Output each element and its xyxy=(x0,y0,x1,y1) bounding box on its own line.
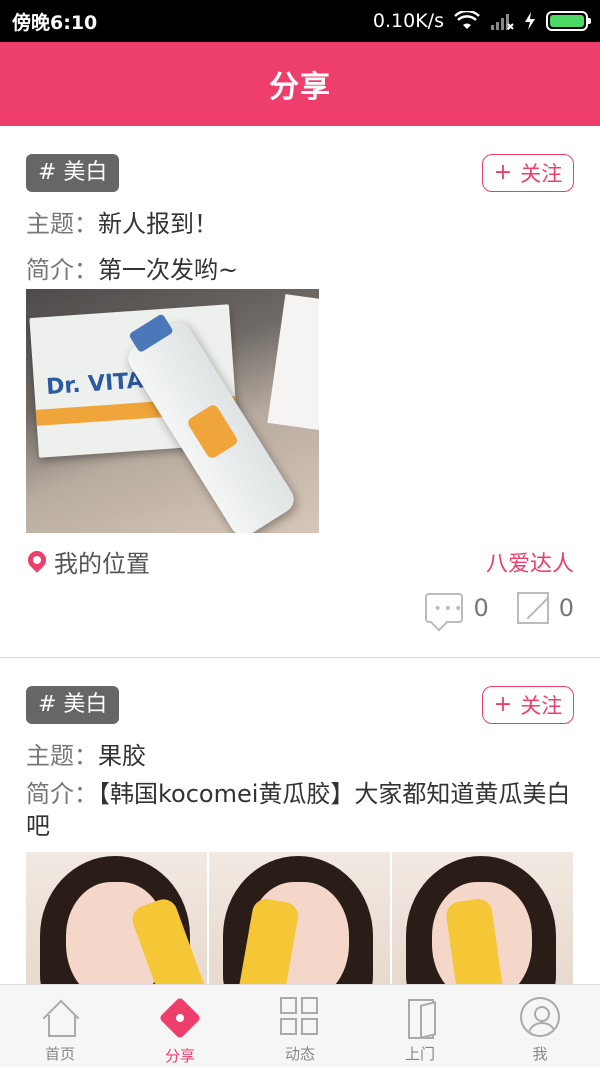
nav-item-visit[interactable]: 上门 xyxy=(360,985,480,1067)
charging-icon xyxy=(525,12,535,30)
nav-item-share[interactable]: 分享 xyxy=(120,985,240,1067)
share-arrow-icon xyxy=(516,592,549,624)
page-title: 分享 xyxy=(269,70,331,105)
topic-value: 果胶 xyxy=(98,742,146,770)
location-pin-icon xyxy=(26,551,48,573)
nav-label: 我 xyxy=(532,1045,548,1063)
post-tag[interactable]: # 美白 xyxy=(26,154,120,192)
nav-item-feed[interactable]: 动态 xyxy=(240,985,360,1067)
nav-label: 上门 xyxy=(404,1045,435,1063)
profile-icon xyxy=(520,997,560,1037)
location-label: 我的位置 xyxy=(54,550,150,578)
post-photo[interactable] xyxy=(392,852,573,984)
status-bar: 傍晚6:10 0.10K/s xyxy=(0,0,600,42)
home-icon xyxy=(40,997,80,1037)
status-time: 傍晚6:10 xyxy=(12,11,98,34)
battery-icon xyxy=(546,11,591,31)
post-topic: 主题：新人报到！ xyxy=(26,204,218,239)
post-location[interactable]: 我的位置 xyxy=(26,544,150,579)
post-intro: 简介：【韩国kocomei黄瓜胶】大家都知道黄瓜美白吧 xyxy=(26,778,574,842)
intro-value: 【韩国kocomei黄瓜胶】大家都知道黄瓜美白吧 xyxy=(26,780,571,840)
post-photo[interactable]: Dr. VITA xyxy=(26,289,319,533)
post-photo-row xyxy=(26,852,573,984)
topic-key: 主题： xyxy=(26,742,98,770)
nav-label: 首页 xyxy=(44,1045,75,1063)
post-topic: 主题：果胶 xyxy=(26,736,146,771)
intro-value: 第一次发哟~ xyxy=(98,256,239,284)
intro-key: 简介： xyxy=(26,780,98,808)
post-intro: 简介：第一次发哟~ xyxy=(26,250,238,285)
topic-key: 主题： xyxy=(26,210,98,238)
post-photo[interactable] xyxy=(209,852,390,984)
signal-icon xyxy=(491,14,514,30)
grid-icon xyxy=(280,997,320,1037)
follow-button[interactable]: + 关注 xyxy=(482,686,574,724)
share-action[interactable]: 0 xyxy=(516,592,574,624)
wifi-icon xyxy=(454,11,480,29)
comment-icon: ••• xyxy=(425,593,464,623)
follow-button[interactable]: + 关注 xyxy=(482,154,574,192)
share-feed[interactable]: # 美白 + 关注 主题：新人报到！ 简介：第一次发哟~ Dr. VITA 我的… xyxy=(0,126,600,984)
follow-label: 关注 xyxy=(520,694,563,718)
post-actions: ••• 0 0 xyxy=(425,592,574,624)
comment-action[interactable]: ••• 0 xyxy=(425,593,489,623)
status-right: 0.10K/s xyxy=(372,10,591,32)
nav-label: 分享 xyxy=(164,1047,195,1065)
post-author[interactable]: 八爱达人 xyxy=(486,546,574,578)
topic-value: 新人报到！ xyxy=(98,210,218,238)
share-icon xyxy=(159,997,201,1039)
app-header: 分享 xyxy=(0,42,600,126)
door-icon xyxy=(400,997,440,1039)
plus-icon: + xyxy=(493,160,513,185)
network-speed: 0.10K/s xyxy=(372,10,444,32)
nav-item-me[interactable]: 我 xyxy=(480,985,600,1067)
intro-key: 简介： xyxy=(26,256,98,284)
comment-count: 0 xyxy=(473,594,489,622)
post-tag[interactable]: # 美白 xyxy=(26,686,120,724)
post-photo[interactable] xyxy=(26,852,207,984)
product-brand-text: Dr. VITA xyxy=(45,368,145,401)
nav-label: 动态 xyxy=(284,1045,315,1063)
plus-icon: + xyxy=(493,692,513,717)
share-count: 0 xyxy=(558,594,574,622)
product-box-fancl-image xyxy=(267,294,319,434)
follow-label: 关注 xyxy=(520,162,563,186)
post-card[interactable]: # 美白 + 关注 主题：果胶 简介：【韩国kocomei黄瓜胶】大家都知道黄瓜… xyxy=(0,658,600,984)
post-card[interactable]: # 美白 + 关注 主题：新人报到！ 简介：第一次发哟~ Dr. VITA 我的… xyxy=(0,126,600,657)
bottom-nav: 首页 分享 动态 上门 我 xyxy=(0,984,600,1067)
nav-item-home[interactable]: 首页 xyxy=(0,985,120,1067)
